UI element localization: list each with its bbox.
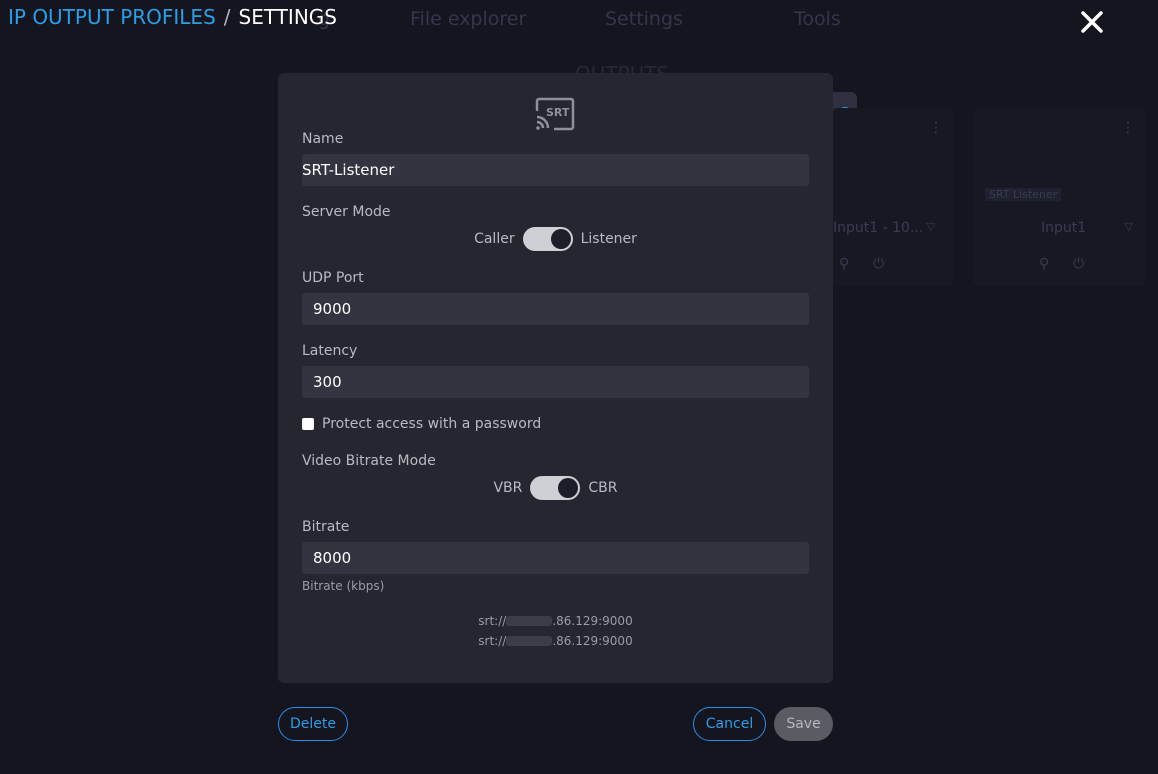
udp-port-input[interactable]: 9000 [302,293,809,325]
server-mode-toggle-row: Caller Listener [278,227,833,251]
more-icon: ⋮ [1121,120,1135,136]
bitrate-mode-vbr-label: VBR [493,480,523,496]
server-mode-caller-label: Caller [474,231,515,247]
toggle-knob [550,229,571,249]
more-icon: ⋮ [929,120,943,136]
server-mode-toggle[interactable] [522,227,573,251]
link-icon: ⚲ [1039,256,1050,272]
srt-url-prefix: srt:// [478,614,507,628]
srt-url-suffix: .86.129:9000 [552,614,633,628]
background-card-badge: SRT Listener [985,188,1062,201]
latency-label: Latency [302,343,358,359]
name-input[interactable]: SRT-Listener [302,154,809,186]
udp-port-label: UDP Port [302,270,364,286]
background-tab-tools: Tools [794,8,841,30]
breadcrumb-settings: SETTINGS [238,5,337,29]
redacted-ip [506,616,553,626]
bitrate-label: Bitrate [302,519,350,535]
server-mode-label: Server Mode [302,204,391,220]
settings-modal: SRT Name SRT-Listener Server Mode Caller… [278,73,833,683]
background-output-card: ⋮ SRT Listener Input1 ▽ ⚲ ⏻ [973,108,1145,286]
password-checkbox-label[interactable]: Protect access with a password [322,416,541,432]
srt-url: srt:// .86.129:9000 [278,634,833,648]
chevron-down-icon: ▽ [1124,220,1133,233]
bitrate-mode-toggle-row: VBR CBR [278,476,833,500]
save-button[interactable]: Save [774,707,833,741]
name-label: Name [302,131,344,147]
bitrate-input[interactable]: 8000 [302,542,809,574]
cancel-button[interactable]: Cancel [693,707,766,741]
delete-button[interactable]: Delete [278,707,348,741]
bitrate-mode-toggle[interactable] [530,476,581,500]
redacted-ip [506,636,553,646]
srt-icon: SRT [534,97,576,131]
background-tab-settings: Settings [605,8,683,30]
breadcrumb-separator: / [223,5,231,29]
background-tab-file-explorer: File explorer [410,8,527,30]
password-checkbox-row: Protect access with a password [302,416,541,432]
toggle-knob [558,478,579,498]
password-checkbox[interactable] [302,418,314,430]
power-icon: ⏻ [873,256,885,272]
video-bitrate-mode-label: Video Bitrate Mode [302,453,436,469]
srt-url: srt:// .86.129:9000 [278,614,833,628]
bitrate-hint: Bitrate (kbps) [302,579,385,593]
close-icon [1081,11,1103,33]
svg-text:SRT: SRT [546,106,570,119]
power-icon: ⏻ [1073,256,1085,272]
bitrate-mode-cbr-label: CBR [588,480,618,496]
close-button[interactable] [1078,8,1106,36]
srt-url-prefix: srt:// [478,634,507,648]
latency-input[interactable]: 300 [302,366,809,398]
background-output-card: ⋮ Input1 - 10... ▽ ⚲ ⏻ [833,108,953,286]
breadcrumb-ip-output-profiles[interactable]: IP OUTPUT PROFILES [8,5,216,29]
server-mode-listener-label: Listener [580,231,637,247]
background-card-title: Input1 - 10... [833,220,924,236]
background-card-title: Input1 [1041,220,1087,236]
link-icon: ⚲ [839,256,850,272]
srt-url-suffix: .86.129:9000 [552,634,633,648]
breadcrumb: IP OUTPUT PROFILES / SETTINGS [8,4,337,30]
chevron-down-icon: ▽ [926,220,935,233]
